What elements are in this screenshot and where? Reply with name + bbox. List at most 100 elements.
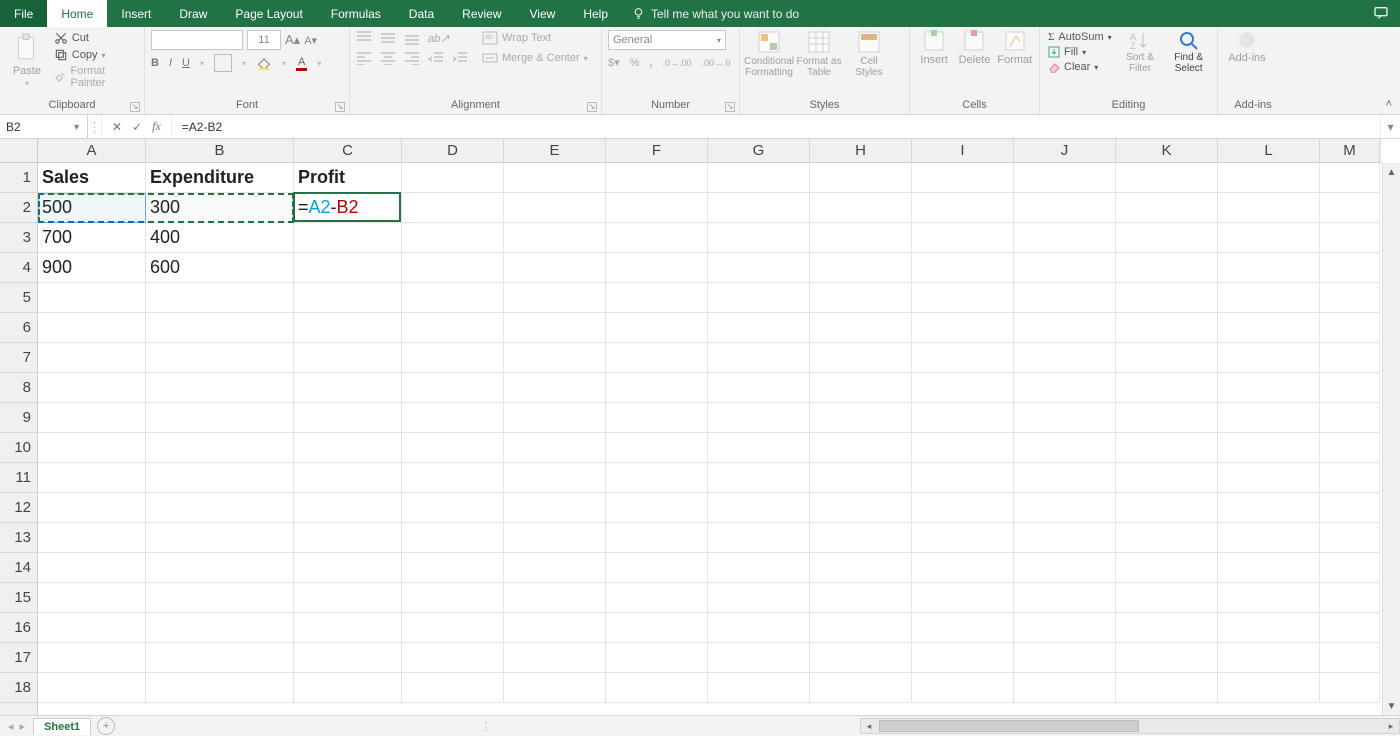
tab-page-layout[interactable]: Page Layout (221, 0, 316, 27)
cell-I9[interactable] (912, 403, 1014, 433)
paste-button[interactable]: Paste ▾ (6, 33, 48, 88)
cell-A6[interactable] (38, 313, 146, 343)
align-top-icon[interactable] (356, 31, 372, 45)
cell-B4[interactable]: 600 (146, 253, 294, 283)
cell-L12[interactable] (1218, 493, 1320, 523)
cell-A16[interactable] (38, 613, 146, 643)
cell-D17[interactable] (402, 643, 504, 673)
cell-L3[interactable] (1218, 223, 1320, 253)
cell-M8[interactable] (1320, 373, 1380, 403)
cell-E9[interactable] (504, 403, 606, 433)
cell-I1[interactable] (912, 163, 1014, 193)
cell-F18[interactable] (606, 673, 708, 703)
cell-D11[interactable] (402, 463, 504, 493)
decrease-indent-icon[interactable] (428, 51, 444, 65)
align-left-icon[interactable] (356, 51, 372, 65)
cell-K9[interactable] (1116, 403, 1218, 433)
comma-format-button[interactable]: , (649, 57, 652, 69)
column-header-M[interactable]: M (1320, 139, 1380, 162)
cell-H14[interactable] (810, 553, 912, 583)
sheet-tab-sheet1[interactable]: Sheet1 (33, 718, 91, 735)
scroll-thumb[interactable] (879, 720, 1139, 732)
cell-K5[interactable] (1116, 283, 1218, 313)
cell-M4[interactable] (1320, 253, 1380, 283)
cell-F17[interactable] (606, 643, 708, 673)
cell-M15[interactable] (1320, 583, 1380, 613)
cell-I12[interactable] (912, 493, 1014, 523)
cell-A17[interactable] (38, 643, 146, 673)
dialog-launcher-icon[interactable]: ↘ (335, 102, 345, 112)
cell-B7[interactable] (146, 343, 294, 373)
tab-draw[interactable]: Draw (165, 0, 221, 27)
cells-area[interactable]: SalesExpenditureProfit500300=A2-B2700400… (38, 163, 1382, 715)
clear-button[interactable]: Clear▾ (1046, 60, 1114, 74)
cell-F8[interactable] (606, 373, 708, 403)
cell-J8[interactable] (1014, 373, 1116, 403)
cell-M6[interactable] (1320, 313, 1380, 343)
cell-J18[interactable] (1014, 673, 1116, 703)
cell-G17[interactable] (708, 643, 810, 673)
cell-L1[interactable] (1218, 163, 1320, 193)
cell-A13[interactable] (38, 523, 146, 553)
increase-indent-icon[interactable] (452, 51, 468, 65)
cell-F6[interactable] (606, 313, 708, 343)
cell-F1[interactable] (606, 163, 708, 193)
cell-E7[interactable] (504, 343, 606, 373)
cell-F16[interactable] (606, 613, 708, 643)
cell-E6[interactable] (504, 313, 606, 343)
find-select-button[interactable]: Find & Select (1166, 30, 1211, 74)
cell-D14[interactable] (402, 553, 504, 583)
cell-E17[interactable] (504, 643, 606, 673)
cell-K10[interactable] (1116, 433, 1218, 463)
row-header-5[interactable]: 5 (0, 283, 37, 313)
cell-F4[interactable] (606, 253, 708, 283)
cell-B11[interactable] (146, 463, 294, 493)
cell-L17[interactable] (1218, 643, 1320, 673)
cell-K15[interactable] (1116, 583, 1218, 613)
cell-A9[interactable] (38, 403, 146, 433)
cell-I16[interactable] (912, 613, 1014, 643)
cancel-formula-button[interactable]: ✕ (112, 120, 122, 134)
cell-F12[interactable] (606, 493, 708, 523)
cell-H17[interactable] (810, 643, 912, 673)
scroll-down-button[interactable]: ▼ (1383, 697, 1400, 715)
tab-insert[interactable]: Insert (107, 0, 165, 27)
cell-F7[interactable] (606, 343, 708, 373)
cell-E5[interactable] (504, 283, 606, 313)
cell-J13[interactable] (1014, 523, 1116, 553)
row-header-2[interactable]: 2 (0, 193, 37, 223)
cell-H11[interactable] (810, 463, 912, 493)
decrease-font-button[interactable]: A▾ (304, 34, 317, 47)
cell-B8[interactable] (146, 373, 294, 403)
cell-M17[interactable] (1320, 643, 1380, 673)
cell-G15[interactable] (708, 583, 810, 613)
expand-formula-bar-button[interactable]: ▾ (1380, 115, 1400, 138)
cell-I11[interactable] (912, 463, 1014, 493)
increase-decimal-button[interactable]: .0→.00 (662, 58, 691, 68)
cell-L14[interactable] (1218, 553, 1320, 583)
cell-G4[interactable] (708, 253, 810, 283)
row-header-14[interactable]: 14 (0, 553, 37, 583)
cell-A11[interactable] (38, 463, 146, 493)
dialog-launcher-icon[interactable]: ↘ (130, 102, 140, 112)
cell-L2[interactable] (1218, 193, 1320, 223)
cell-G8[interactable] (708, 373, 810, 403)
column-header-F[interactable]: F (606, 139, 708, 162)
cell-G1[interactable] (708, 163, 810, 193)
cell-I13[interactable] (912, 523, 1014, 553)
cell-F15[interactable] (606, 583, 708, 613)
cell-A15[interactable] (38, 583, 146, 613)
cell-K13[interactable] (1116, 523, 1218, 553)
cell-B9[interactable] (146, 403, 294, 433)
cell-F9[interactable] (606, 403, 708, 433)
cell-M3[interactable] (1320, 223, 1380, 253)
column-header-D[interactable]: D (402, 139, 504, 162)
row-header-6[interactable]: 6 (0, 313, 37, 343)
sort-filter-button[interactable]: AZ Sort & Filter (1118, 30, 1163, 74)
cell-B6[interactable] (146, 313, 294, 343)
column-header-G[interactable]: G (708, 139, 810, 162)
column-header-C[interactable]: C (294, 139, 402, 162)
row-header-13[interactable]: 13 (0, 523, 37, 553)
cell-F10[interactable] (606, 433, 708, 463)
cell-A14[interactable] (38, 553, 146, 583)
